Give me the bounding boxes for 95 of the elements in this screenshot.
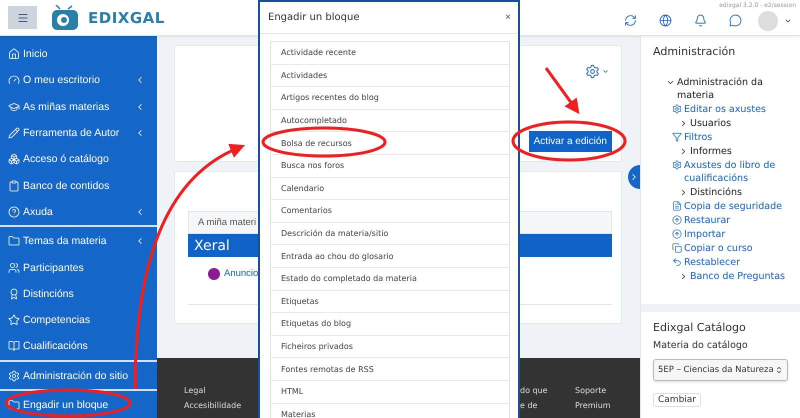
block-option[interactable]: Comentarios	[271, 200, 509, 223]
footer-link[interactable]: Accesibilidade	[184, 401, 242, 410]
block-title: Edixgal Catálogo	[653, 321, 747, 334]
menu-icon	[16, 12, 28, 24]
menu-button[interactable]	[8, 6, 37, 29]
tree-item[interactable]: Usuarios	[690, 117, 732, 130]
logo-icon	[50, 4, 80, 30]
admin-link[interactable]: Restaurar	[684, 214, 730, 227]
copy-icon	[672, 243, 682, 253]
users-icon	[8, 262, 20, 274]
change-button[interactable]: Cambiar	[653, 393, 701, 407]
block-title: Administración	[653, 45, 736, 58]
block-option[interactable]: Materias	[271, 404, 509, 418]
block-option[interactable]: HTML	[271, 380, 509, 404]
forum-icon	[208, 268, 220, 280]
settings-icon	[8, 370, 20, 382]
settings-icon	[672, 160, 682, 170]
sidebar-item[interactable]: Engadir un bloque	[0, 392, 157, 418]
sidebar-item[interactable]: Acceso ó catálogo	[0, 146, 157, 172]
block-option[interactable]: Artigos recentes do blog	[271, 87, 509, 110]
home-icon	[8, 48, 20, 60]
logo-text: EDIXGAL	[88, 8, 165, 26]
footer-link[interactable]: Premium	[575, 401, 611, 410]
bell-icon[interactable]	[694, 14, 707, 27]
star-icon	[8, 314, 20, 326]
catalog-select[interactable]: 5EP – Ciencias da Natureza	[653, 359, 788, 381]
block-option[interactable]: Busca nos foros	[271, 154, 509, 178]
tree-item[interactable]: Banco de Preguntas	[690, 270, 785, 283]
sidebar-item[interactable]: Banco de contidos	[0, 172, 157, 199]
sidebar-item[interactable]: Administración do sitio	[0, 362, 157, 389]
help-icon	[8, 206, 20, 218]
course-tab[interactable]: A miña materi	[188, 211, 258, 234]
block-option[interactable]: Etiquetas do blog	[271, 313, 509, 336]
admin-link[interactable]: Filtros	[684, 131, 712, 144]
block-option[interactable]: Actividade recente	[271, 42, 509, 65]
chat-icon[interactable]	[729, 14, 742, 27]
drawer-toggle[interactable]	[628, 165, 640, 189]
globe-icon[interactable]	[659, 14, 672, 27]
field-label: Materia do catálogo	[653, 340, 749, 351]
block-option[interactable]: Ficheiros privados	[271, 336, 509, 358]
file-icon	[672, 201, 682, 211]
footer-link[interactable]: e de	[520, 401, 538, 410]
close-button[interactable]: ×	[505, 12, 511, 23]
block-option[interactable]: Actividades	[271, 64, 509, 88]
settings-icon[interactable]	[585, 64, 600, 79]
sidebar-item[interactable]: Temas da materia	[0, 228, 157, 254]
admin-link[interactable]: Copia de seguridade	[684, 200, 782, 213]
upload-icon	[672, 215, 682, 225]
settings-icon	[672, 104, 682, 114]
sidebar-item[interactable]: Competencias	[0, 306, 157, 334]
sidebar-item[interactable]: Ferramenta de Autor	[0, 120, 157, 146]
tree-item[interactable]: Distincións	[690, 186, 742, 199]
footer-link[interactable]: Legal	[184, 386, 206, 395]
pencil-icon	[8, 127, 20, 140]
admin-link[interactable]: Restablecer	[684, 256, 740, 269]
tree-item[interactable]: Administración da materia	[677, 76, 788, 102]
footer-link[interactable]: Soporte	[575, 386, 606, 395]
admin-link[interactable]: Axustes do libro de cualificacións	[684, 159, 788, 185]
annotation-arrow	[544, 67, 580, 114]
book-icon	[8, 340, 20, 352]
block-option[interactable]: Entrada ao chou do glosario	[271, 245, 509, 268]
award-icon	[8, 288, 20, 300]
filter-icon	[672, 132, 682, 142]
upload-icon	[672, 229, 682, 239]
sync-icon[interactable]	[624, 14, 637, 27]
activity-link[interactable]: Anuncio	[224, 268, 258, 279]
boxes-icon	[8, 153, 20, 166]
sidebar-item[interactable]: O meu escritorio	[0, 67, 157, 94]
admin-link[interactable]: Copiar o curso	[684, 242, 753, 255]
sidebar-item[interactable]: As miñas materias	[0, 94, 157, 120]
tree-item[interactable]: Informes	[690, 145, 732, 158]
block-option[interactable]: Etiquetas	[271, 290, 509, 314]
sidebar-item[interactable]: Axuda	[0, 198, 157, 226]
sidebar-item[interactable]: Cualificacións	[0, 333, 157, 360]
edit-mode-button[interactable]: Activar a edición	[528, 131, 612, 152]
block-option[interactable]: Fontes remotas de RSS	[271, 358, 509, 381]
sidebar-item[interactable]: Distincións	[0, 280, 157, 307]
updown-icon	[775, 366, 783, 374]
modal-title: Engadir un bloque	[268, 12, 360, 23]
block-option[interactable]: Bolsa de recursos	[271, 132, 509, 155]
sidebar-item[interactable]: Participantes	[0, 254, 157, 281]
admin-link[interactable]: Importar	[684, 228, 726, 241]
clipboard-icon	[8, 180, 20, 192]
sidebar-item[interactable]: Inicio	[0, 41, 157, 68]
block-option[interactable]: Descrición da materia/sitio	[271, 222, 509, 246]
graduation-cap-icon	[8, 100, 20, 113]
block-option[interactable]: Autocompletado	[271, 110, 509, 132]
folder-icon	[8, 235, 20, 248]
block-option[interactable]: Calendario	[271, 178, 509, 200]
undo-icon	[672, 257, 682, 267]
folder-icon	[8, 399, 20, 411]
block-option[interactable]: Estado do completado da materia	[271, 268, 509, 291]
footer-link[interactable]: do que	[520, 386, 548, 395]
admin-link[interactable]: Editar os axustes	[684, 103, 766, 116]
gauge-icon	[8, 74, 20, 86]
